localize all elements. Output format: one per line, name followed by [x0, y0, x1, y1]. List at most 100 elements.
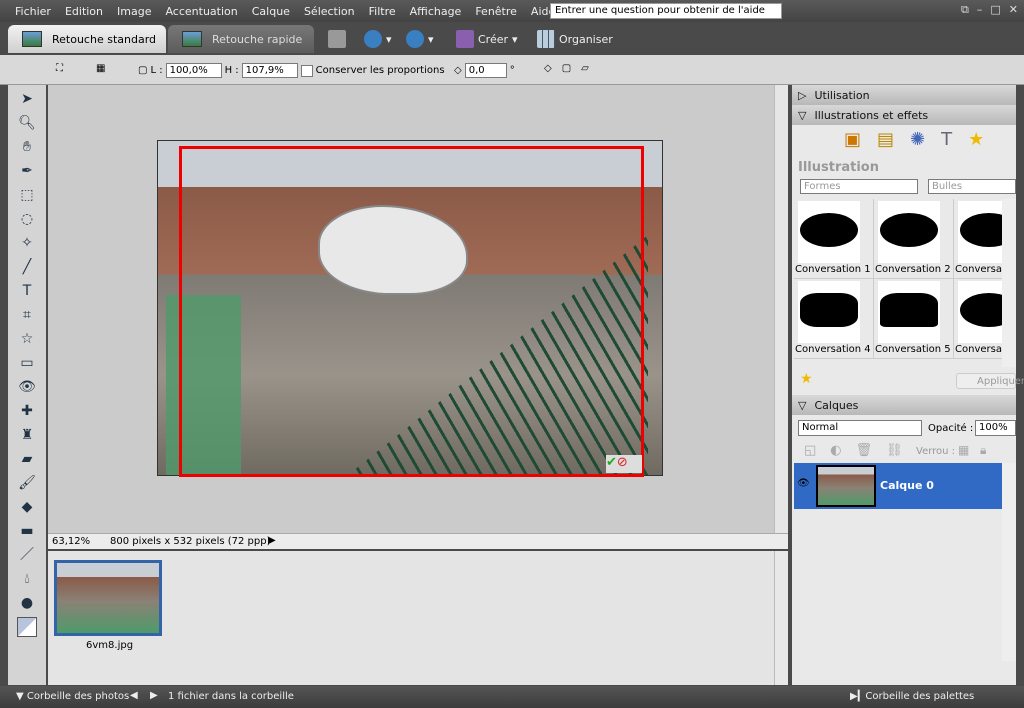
layer-thumbnail	[816, 465, 876, 507]
grid-icon	[537, 30, 555, 48]
sponge-tool-icon[interactable]: ●	[17, 593, 37, 613]
crop-tool-icon[interactable]: ⌗	[17, 305, 37, 325]
menu-filtre[interactable]: Filtre	[369, 5, 396, 18]
expand-icon: ▷	[798, 88, 807, 102]
favorites-star-icon[interactable]: ★	[968, 129, 984, 150]
zoom-tool-icon[interactable]: 🔍︎	[17, 113, 37, 133]
color-swatches-icon[interactable]	[17, 617, 37, 637]
menu-selection[interactable]: Sélection	[304, 5, 355, 18]
crop-frame[interactable]	[179, 146, 644, 477]
eraser-tool-icon[interactable]: ▰	[17, 449, 37, 469]
organize-button[interactable]: Organiser	[537, 30, 613, 48]
text-icon[interactable]: T	[941, 129, 952, 150]
effects-icon[interactable]: ✺	[910, 129, 925, 150]
shape-tool-icon[interactable]: ☆	[17, 329, 37, 349]
adjustment-layer-icon[interactable]: ◐	[830, 443, 841, 458]
cancel-icon[interactable]: ⊘	[617, 455, 628, 470]
keep-proportions-checkbox[interactable]	[300, 64, 313, 77]
hand-tool-icon[interactable]: ✋︎	[17, 137, 37, 157]
menu-affichage[interactable]: Affichage	[410, 5, 462, 18]
bin-thumbnail[interactable]	[54, 560, 162, 636]
lasso-tool-icon[interactable]: ◌	[17, 209, 37, 229]
help-search-input[interactable]: Entrer une question pour obtenir de l'ai…	[550, 3, 782, 19]
panel-header-layers[interactable]: ▽ Calques	[792, 395, 1016, 415]
shape-item[interactable]: Conversation 5	[874, 279, 954, 359]
panel-title: Calques	[814, 398, 859, 412]
lock-icon[interactable]: 🔒︎	[980, 443, 986, 458]
clone-stamp-tool-icon[interactable]: ♜	[17, 425, 37, 445]
print-button[interactable]	[328, 30, 346, 48]
width-input[interactable]: 100,0%	[165, 63, 222, 78]
lock-transparency-icon[interactable]: ▦	[958, 443, 969, 457]
create-button[interactable]: Créer ▾	[456, 30, 518, 48]
illustration-scrollbar[interactable]	[1002, 199, 1016, 367]
zoom-level[interactable]: 63,12%	[52, 536, 90, 547]
illustration-icon[interactable]: ▣	[844, 129, 861, 150]
photo-bin-toggle[interactable]: ▼ Corbeille des photos	[16, 691, 129, 702]
subcategory-dropdown[interactable]: Bulles	[928, 179, 1016, 194]
tab-label: Retouche rapide	[212, 32, 303, 46]
rotate-mode-icon[interactable]: ◇	[544, 63, 552, 74]
menu-image[interactable]: Image	[117, 5, 151, 18]
share-button[interactable]: ▾	[364, 30, 392, 48]
crop-transform-icon[interactable]: ⛶	[56, 63, 63, 74]
prev-icon[interactable]: ◀	[130, 690, 138, 701]
height-input[interactable]: 107,9%	[241, 63, 298, 78]
recompose-tool-icon[interactable]: ▭	[17, 353, 37, 373]
info-menu-arrow-icon[interactable]: ▶	[268, 535, 276, 546]
shape-item[interactable]: Conversation 1	[794, 199, 874, 279]
maximize-icon[interactable]: □	[990, 3, 1000, 17]
scale-icon[interactable]: ▢	[562, 63, 571, 74]
add-favorite-star-icon[interactable]: ★	[800, 371, 813, 387]
trash-icon[interactable]: 🗑︎	[856, 443, 873, 458]
marquee-tool-icon[interactable]: ⬚	[17, 185, 37, 205]
menu-accentuation[interactable]: Accentuation	[165, 5, 237, 18]
angle-input[interactable]: 0,0	[464, 63, 507, 78]
visibility-eye-icon[interactable]: 👁︎	[797, 478, 810, 489]
brush-tool-icon[interactable]: 🖌︎	[17, 473, 37, 493]
paint-bucket-tool-icon[interactable]: ◆	[17, 497, 37, 517]
link-icon[interactable]: ⛓︎	[886, 443, 903, 458]
skew-icon[interactable]: ▱	[581, 63, 589, 74]
menu-fenetre[interactable]: Fenêtre	[475, 5, 517, 18]
blend-mode-dropdown[interactable]: Normal	[798, 420, 922, 436]
text-tool-icon[interactable]: T	[17, 281, 37, 301]
red-eye-tool-icon[interactable]: 👁︎	[17, 377, 37, 397]
tab-retouche-rapide[interactable]: Retouche rapide	[168, 25, 314, 53]
layers-scrollbar[interactable]	[1002, 463, 1016, 661]
blur-tool-icon[interactable]: 💧︎	[17, 569, 37, 589]
reference-point-icon[interactable]: ▦	[96, 63, 105, 74]
canvas-vertical-scrollbar[interactable]	[774, 85, 788, 533]
email-button[interactable]: ▾	[406, 30, 434, 48]
panel-header-usage[interactable]: ▷ Utilisation	[792, 85, 1016, 105]
healing-tool-icon[interactable]: ✚	[17, 401, 37, 421]
move-tool-icon[interactable]: ➤	[17, 89, 37, 109]
bin-scrollbar[interactable]	[774, 551, 788, 685]
gradient-tool-icon[interactable]: ▬	[17, 521, 37, 541]
bottom-bar: ▼ Corbeille des photos ◀ ▶ 1 fichier dan…	[0, 686, 1024, 708]
new-layer-icon[interactable]: ◱	[804, 443, 816, 458]
magic-wand-tool-icon[interactable]: ✧	[17, 233, 37, 253]
menu-edition[interactable]: Edition	[65, 5, 103, 18]
restore-icon[interactable]: ⧉	[961, 3, 969, 17]
minimize-icon[interactable]: –	[977, 3, 983, 17]
canvas-area[interactable]: ✔⊘	[48, 85, 774, 533]
close-icon[interactable]: ✕	[1009, 3, 1018, 17]
commit-icon[interactable]: ✔	[606, 455, 617, 470]
apply-button[interactable]: Appliquer	[956, 373, 1024, 389]
layer-row[interactable]: 👁︎ Calque 0	[794, 463, 1002, 509]
panel-header-effects[interactable]: ▽ Illustrations et effets	[792, 105, 1016, 125]
pencil-tool-icon[interactable]: ／	[17, 545, 37, 565]
shape-item[interactable]: Conversation 2	[874, 199, 954, 279]
next-icon[interactable]: ▶	[150, 690, 158, 701]
category-dropdown[interactable]: Formes	[800, 179, 918, 194]
eyedropper-tool-icon[interactable]: ✒	[17, 161, 37, 181]
backgrounds-icon[interactable]: ▤	[877, 129, 894, 150]
tab-retouche-standard[interactable]: Retouche standard	[8, 25, 166, 53]
shape-item[interactable]: Conversation 4	[794, 279, 874, 359]
menu-fichier[interactable]: Fichier	[15, 5, 51, 18]
opacity-input[interactable]: 100%	[975, 420, 1016, 436]
palette-bin-toggle[interactable]: ▶▎Corbeille des palettes	[850, 691, 974, 702]
brush-selection-tool-icon[interactable]: ╱	[17, 257, 37, 277]
menu-calque[interactable]: Calque	[252, 5, 290, 18]
